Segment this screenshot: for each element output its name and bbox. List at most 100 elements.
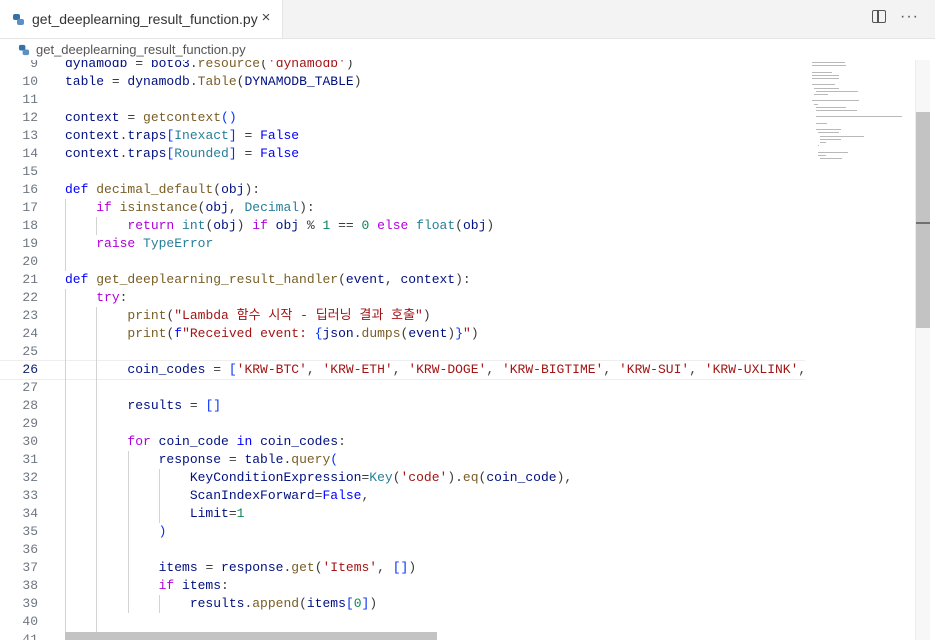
code-token: if (96, 200, 120, 215)
code-token: , (306, 362, 323, 377)
code-line[interactable]: 20 (0, 253, 805, 271)
code-token: "Received event: (182, 326, 315, 341)
code-token: table (65, 74, 105, 89)
code-token: TypeError (143, 236, 214, 251)
code-line[interactable]: 33 ScanIndexForward=False, (0, 487, 805, 505)
line-number: 11 (22, 92, 38, 107)
minimap-line (812, 100, 859, 102)
code-line[interactable]: 10 table = dynamodb.Table(DYNAMODB_TABLE) (0, 73, 805, 91)
code-text: print(f"Received event: {json.dumps(even… (65, 325, 478, 343)
minimap[interactable] (806, 60, 915, 640)
code-line[interactable]: 13 context.traps[Inexact] = False (0, 127, 805, 145)
code-line[interactable]: 25 (0, 343, 805, 361)
code-text: def get_deeplearning_result_handler(even… (65, 271, 471, 289)
code-line[interactable]: 14 context.traps[Rounded] = False (0, 145, 805, 163)
code-token: coin_codes (260, 434, 339, 449)
code-token: : (221, 578, 229, 593)
tab-active-file[interactable]: get_deeplearning_result_function.py × (0, 0, 283, 38)
code-token: ) (369, 596, 378, 611)
code-line[interactable]: 28 results = [] (0, 397, 805, 415)
code-line[interactable]: 11 (0, 91, 805, 109)
code-token: 'Items' (322, 560, 378, 575)
line-number: 32 (22, 470, 38, 485)
minimap-line (818, 145, 819, 147)
code-token: print (127, 326, 167, 341)
code-token: , (361, 488, 370, 503)
code-token: Rounded (174, 146, 229, 161)
line-number: 40 (22, 614, 38, 629)
code-token: , (689, 362, 705, 377)
code-token: } (455, 326, 463, 341)
code-line[interactable]: 27 (0, 379, 805, 397)
more-actions-icon[interactable]: ··· (900, 9, 919, 25)
code-line[interactable]: 34 Limit=1 (0, 505, 805, 523)
code-token: dynamodb (65, 60, 128, 71)
close-icon[interactable]: × (258, 10, 274, 26)
code-text: for coin_code in coin_codes: (65, 433, 345, 451)
code-token: ( (260, 60, 268, 71)
code-token: 'KRW-ETH' (322, 362, 393, 377)
code-line[interactable]: 22 try: (0, 289, 805, 307)
code-token: isinstance (119, 200, 198, 215)
code-line[interactable]: 26 coin_codes = ['KRW-BTC', 'KRW-ETH', '… (0, 360, 805, 380)
code-line[interactable]: 40 (0, 613, 805, 631)
minimap-line (812, 71, 832, 73)
code-line[interactable]: 29 (0, 415, 805, 433)
minimap-line (818, 132, 839, 134)
horizontal-scrollbar-thumb[interactable] (65, 632, 437, 640)
code-token: obj (275, 218, 300, 233)
code-line[interactable]: 9 dynamodb = boto3.resource('dynamodb') (0, 60, 805, 73)
code-text: KeyConditionExpression=Key('code').eq(co… (65, 469, 572, 487)
code-editor[interactable]: 9 dynamodb = boto3.resource('dynamodb') 10… (0, 60, 805, 640)
tab-bar: get_deeplearning_result_function.py × ··… (0, 0, 935, 39)
line-number: 34 (22, 506, 38, 521)
code-token: ] (228, 128, 237, 143)
code-token: obj (205, 200, 229, 215)
code-line[interactable]: 30 for coin_code in coin_codes: (0, 433, 805, 451)
code-token: ). (447, 470, 463, 485)
code-token: try (96, 290, 120, 305)
code-line[interactable]: 12 context = getcontext() (0, 109, 805, 127)
code-token: query (291, 452, 331, 467)
code-token: ] (228, 146, 237, 161)
code-line[interactable]: 36 (0, 541, 805, 559)
code-line[interactable]: 39 results.append(items[0]) (0, 595, 805, 613)
code-line[interactable]: 21 def get_deeplearning_result_handler(ev… (0, 271, 805, 289)
code-line[interactable]: 32 KeyConditionExpression=Key('code').eq… (0, 469, 805, 487)
code-token: 'KRW-UXLINK' (704, 362, 799, 377)
code-line[interactable]: 15 (0, 163, 805, 181)
minimap-line (816, 106, 846, 108)
code-text: results = [] (65, 397, 221, 415)
code-line[interactable]: 18 return int(obj) if obj % 1 == 0 else … (0, 217, 805, 235)
code-line[interactable]: 37 items = response.get('Items', []) (0, 559, 805, 577)
code-line[interactable]: 16 def decimal_default(obj): (0, 181, 805, 199)
line-number: 16 (22, 182, 38, 197)
code-token: def (65, 182, 97, 197)
line-number: 30 (22, 434, 38, 449)
code-token: = (221, 452, 245, 467)
code-line[interactable]: 35 ) (0, 523, 805, 541)
code-token: , (384, 272, 401, 287)
code-token: obj (221, 182, 245, 197)
line-number: 27 (22, 380, 38, 395)
code-line[interactable]: 19 raise TypeError (0, 235, 805, 253)
editor-actions: ··· (872, 9, 919, 25)
code-line[interactable]: 38 if items: (0, 577, 805, 595)
line-number: 41 (22, 632, 38, 640)
code-token: append (252, 596, 300, 611)
code-token: , (228, 200, 245, 215)
code-token: , (377, 560, 393, 575)
code-line[interactable]: 24 print(f"Received event: {json.dumps(e… (0, 325, 805, 343)
vertical-scrollbar[interactable] (915, 60, 930, 640)
split-editor-icon[interactable] (872, 10, 887, 23)
code-line[interactable]: 23 print("Lambda 함수 시작 - 딥러닝 결과 호출") (0, 307, 805, 325)
code-line[interactable]: 31 response = table.query( (0, 451, 805, 469)
code-token: , (798, 362, 805, 377)
code-token: results (127, 398, 183, 413)
code-token: = (236, 128, 261, 143)
vertical-scrollbar-thumb[interactable] (916, 112, 930, 328)
code-text: context.traps[Rounded] = False (65, 145, 299, 163)
code-line[interactable]: 17 if isinstance(obj, Decimal): (0, 199, 805, 217)
breadcrumb-file[interactable]: get_deeplearning_result_function.py (36, 42, 246, 57)
